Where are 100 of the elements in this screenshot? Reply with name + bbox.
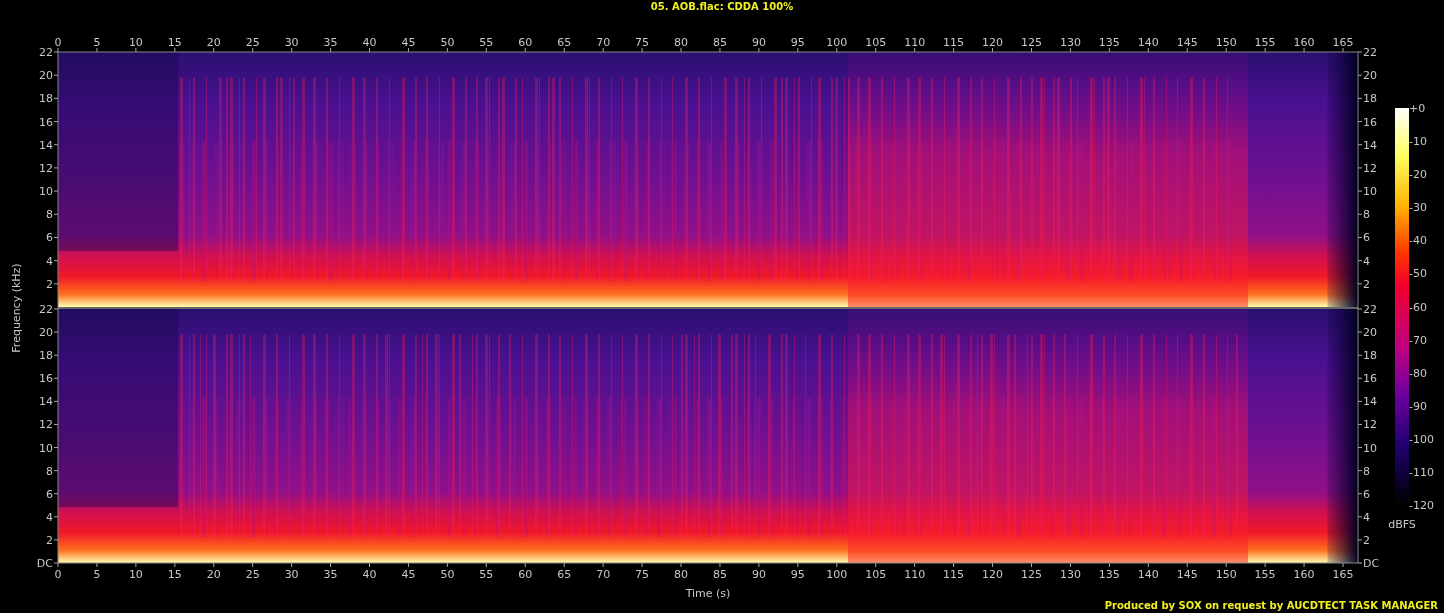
time-tick-label: 155 <box>1254 36 1276 49</box>
frequency-tick-label: 22 <box>39 303 53 316</box>
time-tick-label: 110 <box>904 568 926 581</box>
time-tick-label: 120 <box>982 36 1004 49</box>
time-tick-label: 120 <box>982 568 1004 581</box>
colorbar-tick-label: -50 <box>1409 267 1427 281</box>
time-tick-label: 10 <box>128 36 143 49</box>
time-tick-label: 100 <box>826 568 848 581</box>
time-tick-label: 15 <box>167 36 182 49</box>
time-tick-label: 35 <box>323 36 338 49</box>
frequency-tick-label: 2 <box>1363 533 1370 547</box>
frequency-tick-label: 20 <box>1363 69 1377 83</box>
time-tick-label: 25 <box>245 568 260 581</box>
time-tick-label: 50 <box>440 568 455 581</box>
frequency-tick-label: 22 <box>39 46 53 59</box>
time-tick-label: 0 <box>54 36 62 49</box>
time-tick-label: 10 <box>128 568 143 581</box>
time-tick-label: 95 <box>790 36 805 49</box>
frequency-tick-label: 8 <box>1363 208 1370 222</box>
time-tick-label: 75 <box>635 568 650 581</box>
time-tick-label: 150 <box>1215 568 1237 581</box>
frequency-tick-label: 12 <box>1363 161 1377 175</box>
colorbar-tick-label: -70 <box>1409 333 1427 347</box>
spectrogram-title: 05. AOB.flac: CDDA 100% <box>650 1 794 12</box>
footer-credit: Produced by SOX on request by AUCDTECT TASK MANAGER <box>1104 600 1438 611</box>
time-tick-label: 90 <box>751 568 766 581</box>
time-tick-label: 145 <box>1176 568 1198 581</box>
time-tick-label: 115 <box>943 36 965 49</box>
time-tick-label: 100 <box>826 36 848 49</box>
frequency-tick-label: 6 <box>46 487 53 501</box>
time-tick-label: 95 <box>790 568 805 581</box>
frequency-tick-label: 18 <box>39 92 53 106</box>
frequency-tick-label: 4 <box>1363 254 1370 268</box>
frequency-tick-label: 20 <box>39 69 53 83</box>
time-tick-label: 165 <box>1332 36 1354 49</box>
frequency-tick-label: 2 <box>46 277 53 291</box>
time-tick-label: 35 <box>323 568 338 581</box>
time-tick-label: 30 <box>284 36 299 49</box>
frequency-tick-label: 22 <box>1363 303 1377 316</box>
time-tick-label: 70 <box>596 568 611 581</box>
frequency-tick-label: 16 <box>1363 115 1377 129</box>
time-tick-label: 105 <box>865 36 887 49</box>
frequency-tick-label: 18 <box>1363 92 1377 106</box>
colorbar-tick-label: -40 <box>1409 234 1427 248</box>
frequency-tick-label: 4 <box>1363 510 1370 524</box>
time-tick-label: 150 <box>1215 36 1237 49</box>
colorbar-tick-label: +0 <box>1409 102 1426 115</box>
time-tick-label: 125 <box>1021 568 1042 581</box>
frequency-tick-label: 14 <box>39 138 53 152</box>
time-tick-label: 0 <box>54 568 62 581</box>
frequency-tick-label: 8 <box>46 208 53 222</box>
time-tick-label: 165 <box>1332 568 1354 581</box>
time-tick-label: 110 <box>904 36 926 49</box>
frequency-tick-label: 16 <box>39 115 53 129</box>
frequency-tick-label: 16 <box>39 372 53 386</box>
time-tick-label: 85 <box>712 36 727 49</box>
time-tick-label: 50 <box>440 36 455 49</box>
time-tick-label: 55 <box>479 36 494 49</box>
frequency-tick-label: 4 <box>46 510 53 524</box>
colorbar-tick-label: -80 <box>1409 366 1427 380</box>
time-tick-label: 30 <box>284 568 299 581</box>
time-tick-label: 20 <box>206 568 221 581</box>
time-tick-label: 130 <box>1059 36 1081 49</box>
time-tick-label: 70 <box>596 36 611 49</box>
frequency-tick-label: 6 <box>1363 487 1370 501</box>
time-tick-label: 65 <box>557 568 572 581</box>
colorbar-tick-label: -30 <box>1409 201 1427 215</box>
colorbar-tick-label: -90 <box>1409 399 1427 413</box>
colorbar-unit-label: dBFS <box>1388 518 1416 531</box>
time-tick-label: 40 <box>362 36 377 49</box>
time-tick-label: 75 <box>635 36 650 49</box>
time-tick-label: 160 <box>1293 568 1315 581</box>
time-tick-label: 140 <box>1137 36 1159 49</box>
frequency-tick-label: 4 <box>46 254 53 268</box>
frequency-tick-label: 2 <box>1363 277 1370 291</box>
frequency-tick-label: 10 <box>1363 185 1377 199</box>
time-tick-label: 80 <box>674 568 689 581</box>
time-tick-label: 160 <box>1293 36 1315 49</box>
frequency-tick-label: 22 <box>1363 46 1377 59</box>
time-tick-label: 155 <box>1254 568 1276 581</box>
time-tick-label: 60 <box>518 568 533 581</box>
time-tick-label: 45 <box>401 568 416 581</box>
time-tick-label: 135 <box>1098 568 1120 581</box>
frequency-tick-label: 10 <box>1363 441 1377 455</box>
frequency-tick-label: 12 <box>39 161 53 175</box>
time-tick-label: 105 <box>865 568 887 581</box>
frequency-tick-label: 2 <box>46 533 53 547</box>
x-axis-label: Time (s) <box>685 587 731 600</box>
time-tick-label: 20 <box>206 36 221 49</box>
time-tick-label: 5 <box>93 36 101 49</box>
frequency-tick-label: 14 <box>1363 138 1377 152</box>
y-axis-label: Frequency (kHz) <box>10 263 23 353</box>
time-tick-label: 65 <box>557 36 572 49</box>
frequency-tick-label: 16 <box>1363 372 1377 386</box>
colorbar-tick-label: -10 <box>1409 135 1427 149</box>
colorbar-tick-label: -60 <box>1409 300 1427 314</box>
frequency-tick-label: 18 <box>1363 349 1377 363</box>
time-tick-label: 85 <box>712 568 727 581</box>
time-tick-label: 80 <box>674 36 689 49</box>
time-tick-label: 60 <box>518 36 533 49</box>
